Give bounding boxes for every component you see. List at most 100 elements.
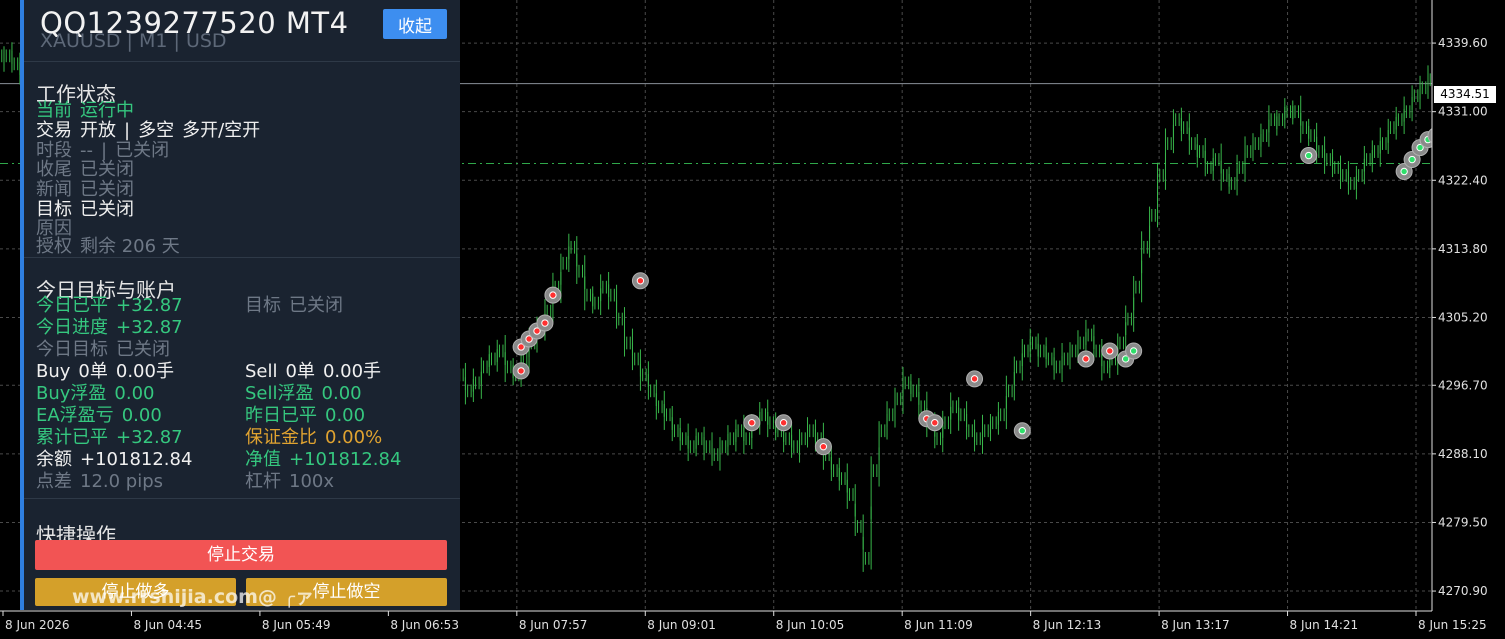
trade-marker-dot [1129,347,1138,355]
status-session-state: 已关闭 [115,140,170,161]
time-tick-label: 8 Jun 13:17 [1161,618,1230,632]
price-tick-label: 4270.90 [1438,584,1488,598]
equity-label: 净值 [245,449,281,470]
target-value: 已关闭 [289,295,343,316]
sell-orders: 0单 [285,361,315,382]
section-divider [24,498,460,499]
status-trade-mode2: 多开/空开 [182,120,261,141]
leverage-value: 100x [289,471,335,492]
today-closed-label: 今日已平 [36,295,108,316]
yesterday-label: 昨日已平 [245,405,317,426]
status-close-label: 收尾 [36,159,72,180]
trade-marker-dot [541,319,549,327]
buy-float-label: Buy浮盈 [36,383,107,404]
sell-lots: 0.00手 [322,361,382,382]
price-tick-label: 4339.60 [1438,36,1488,50]
status-current-row: 当前 运行中 [36,101,134,121]
status-target-row: 目标 已关闭 [36,200,134,220]
time-tick-label: 8 Jun 10:05 [776,618,845,632]
trade-marker-dot [517,367,525,375]
status-current-label: 当前 [36,100,72,121]
today-progress-label: 今日进度 [36,317,108,338]
balance-value: +101812.84 [80,449,193,470]
margin-row: 保证金比 0.00% [245,428,382,448]
price-tick-label: 4331.00 [1438,105,1488,119]
margin-label: 保证金比 [245,427,317,448]
trade-marker-dot [1304,151,1313,160]
status-session-label: 时段 [36,140,72,161]
trade-marker-dot [1082,355,1090,363]
target-label: 目标 [245,295,281,316]
price-tick-label: 4322.40 [1438,173,1488,187]
trade-marker-dot [1018,427,1026,435]
today-closed-value: +32.87 [116,295,183,316]
trade-marker-dot [549,291,557,299]
time-axis[interactable]: 8 Jun 2026 8 Jun 04:45 8 Jun 05:49 8 Jun 06… [2,611,1487,632]
status-session-separator: | [101,140,108,161]
trade-marker-dot [819,442,828,451]
time-tick-label: 8 Jun 06:53 [390,618,459,632]
buy-row: Buy 0单 0.00手 [36,362,174,382]
price-tick-label: 4313.80 [1438,242,1488,256]
status-news-label: 新闻 [36,179,72,200]
ea-float-label: EA浮盈亏 [36,405,114,426]
ea-float-row: EA浮盈亏 0.00 [36,406,162,426]
price-tick-label: 4305.20 [1438,310,1488,324]
collapse-button[interactable]: 收起 [383,9,447,39]
trade-marker-dot [931,419,939,427]
equity-value: +101812.84 [289,449,402,470]
status-news-row: 新闻 已关闭 [36,180,134,200]
buy-lots: 0.00手 [115,361,174,382]
trade-marker-dot [748,419,756,427]
status-current-value: 运行中 [80,100,134,121]
today-progress-value: +32.87 [116,317,183,338]
current-price-label: 4334.51 [1434,86,1496,103]
time-tick-label: 8 Jun 12:13 [1033,618,1102,632]
status-trade-mode: 多空 [138,120,175,141]
status-close-value: 已关闭 [80,159,134,180]
yesterday-row: 昨日已平 0.00 [245,406,365,426]
buy-float-value: 0.00 [114,383,155,404]
sell-float-row: Sell浮盈 0.00 [245,384,362,404]
watermark-text: www.rrshijia.com@ ╭ァ [72,586,314,608]
buy-orders: 0单 [78,361,108,382]
time-tick-label: 8 Jun 07:57 [519,618,588,632]
balance-row: 余额 +101812.84 [36,450,192,470]
price-tick-label: 4279.50 [1438,515,1488,529]
cumulative-row: 累计已平 +32.87 [36,428,183,448]
cumulative-value: +32.87 [116,427,183,448]
cumulative-label: 累计已平 [36,427,108,448]
time-tick-label: 8 Jun 14:21 [1290,618,1359,632]
today-target-row: 今日目标 已关闭 [36,340,170,360]
trade-marker-dot [970,375,979,383]
status-license-label: 授权 [36,236,72,257]
status-license-value: 剩余 206 天 [80,236,180,257]
time-tick-label: 8 Jun 09:01 [647,618,716,632]
status-trade-row: 交易 开放 | 多空 多开/空开 [36,121,260,141]
spread-label: 点差 [36,471,72,492]
sell-float-value: 0.00 [321,383,362,404]
status-trade-value: 开放 [80,120,116,141]
stop-trading-button[interactable]: 停止交易 [35,540,447,570]
status-close-row: 收尾 已关闭 [36,160,134,180]
trade-marker-dot [636,277,645,285]
status-news-value: 已关闭 [80,179,134,200]
section-divider [24,61,460,62]
trade-marker-dot [779,419,788,427]
ea-float-value: 0.00 [121,405,162,426]
margin-value: 0.00% [325,427,383,448]
target-row: 目标 已关闭 [245,296,343,316]
section-divider [24,257,460,258]
today-progress-row: 今日进度 +32.87 [36,318,183,338]
trade-marker-dot [1106,347,1114,355]
trade-marker-dot [1400,167,1408,176]
equity-row: 净值 +101812.84 [245,450,401,470]
sell-label: Sell [245,361,278,382]
status-session-row: 时段 -- | 已关闭 [36,141,169,161]
status-session-value: -- [80,140,93,161]
price-tick-label: 4288.10 [1438,447,1488,461]
buy-label: Buy [36,361,71,382]
sell-float-label: Sell浮盈 [245,383,314,404]
trade-marker-dot [1408,155,1416,164]
status-trade-label: 交易 [36,120,72,141]
